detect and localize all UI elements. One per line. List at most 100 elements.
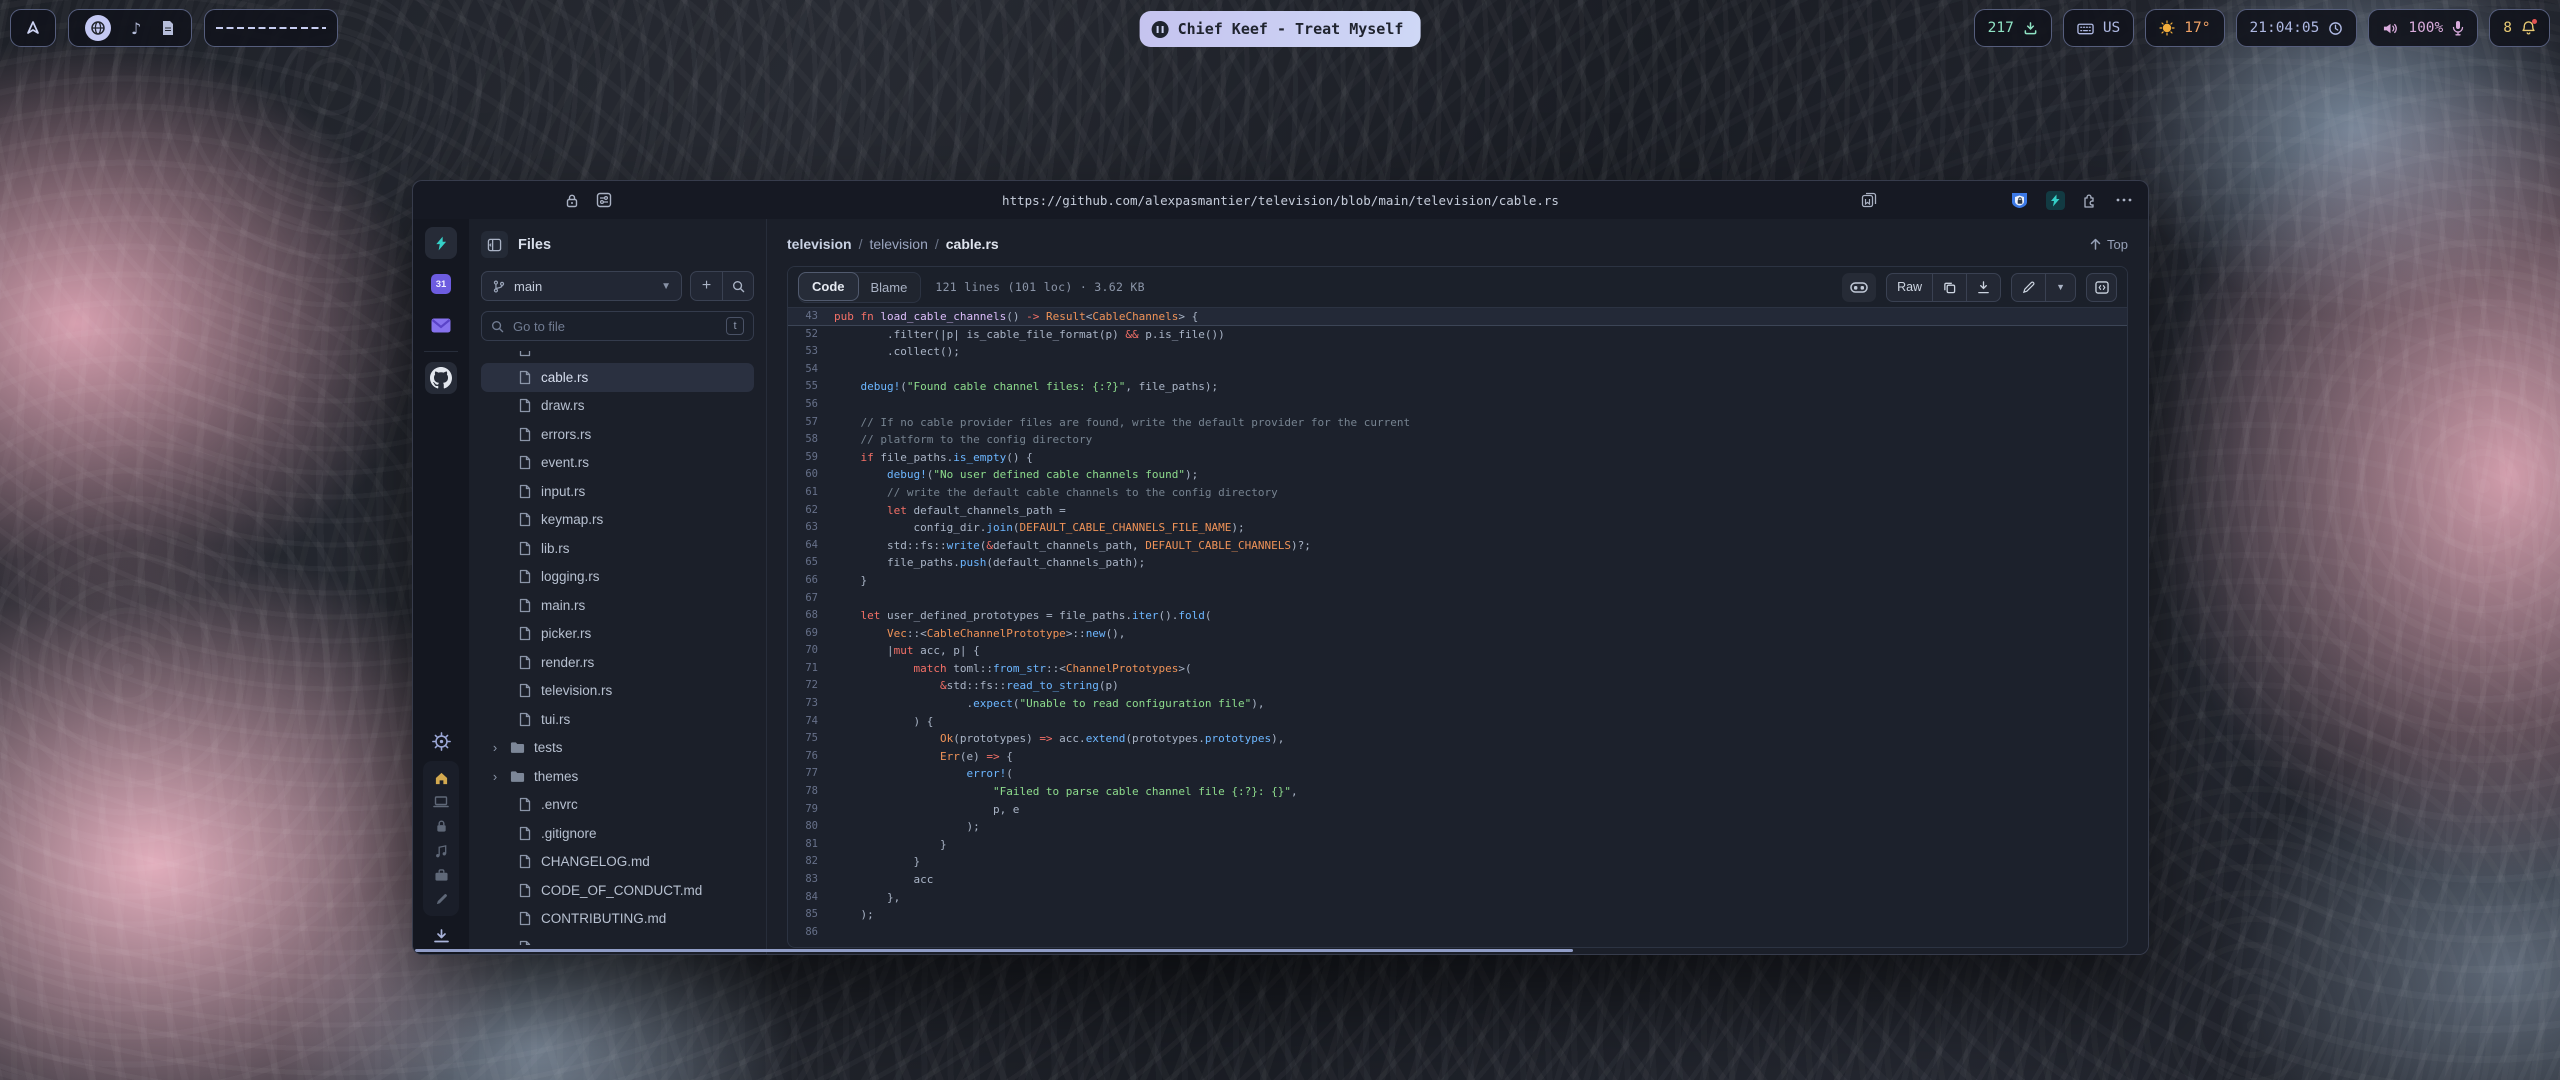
line-number[interactable]: 62: [788, 502, 834, 520]
tree-file-row[interactable]: CHANGELOG.md: [481, 848, 754, 877]
pen-workspace-icon[interactable]: [435, 893, 448, 906]
laptop-workspace-icon[interactable]: [433, 796, 449, 808]
tree-file-row[interactable]: [481, 351, 754, 361]
clock-module[interactable]: 21:04:05: [2236, 9, 2358, 47]
line-number[interactable]: 56: [788, 396, 834, 414]
add-file-button[interactable]: +: [691, 272, 722, 300]
tree-file-row[interactable]: lib.rs: [481, 534, 754, 563]
notifications-module[interactable]: 8: [2489, 9, 2550, 47]
line-number[interactable]: 86: [788, 924, 834, 942]
line-number[interactable]: 57: [788, 414, 834, 432]
pinned-tab-bolt[interactable]: [425, 227, 457, 259]
tree-file-row[interactable]: .gitignore: [481, 819, 754, 848]
horizontal-scrollbar[interactable]: [415, 949, 1573, 952]
search-tree-button[interactable]: [722, 272, 753, 300]
line-number[interactable]: 60: [788, 466, 834, 484]
bookmark-icon[interactable]: [1861, 192, 1877, 208]
line-number[interactable]: 59: [788, 449, 834, 467]
dock-music-button[interactable]: ♪: [131, 19, 141, 38]
briefcase-workspace-icon[interactable]: [434, 869, 449, 882]
pinned-tab-mail[interactable]: [425, 309, 457, 341]
audio-module[interactable]: 100%: [2368, 9, 2478, 47]
line-number[interactable]: 65: [788, 554, 834, 572]
keyboard-layout-module[interactable]: US: [2063, 9, 2134, 47]
tab-blame[interactable]: Blame: [858, 273, 921, 302]
line-number[interactable]: 53: [788, 343, 834, 361]
tree-file-row[interactable]: logging.rs: [481, 563, 754, 592]
line-number[interactable]: 58: [788, 431, 834, 449]
tree-file-row[interactable]: input.rs: [481, 477, 754, 506]
line-number[interactable]: 71: [788, 660, 834, 678]
tree-file-row[interactable]: cable.rs: [481, 363, 754, 392]
downloads-icon[interactable]: [433, 929, 450, 944]
copy-raw-button[interactable]: [1932, 274, 1966, 301]
tab-github-active[interactable]: [425, 362, 457, 394]
edit-dropdown-button[interactable]: ▼: [2045, 274, 2075, 301]
line-number[interactable]: 75: [788, 730, 834, 748]
line-number[interactable]: 66: [788, 572, 834, 590]
app-launcher-button[interactable]: [10, 9, 56, 47]
url-bar[interactable]: https://github.com/alexpasmantier/televi…: [1002, 193, 1559, 208]
tree-file-row[interactable]: draw.rs: [481, 392, 754, 421]
tree-file-row[interactable]: render.rs: [481, 648, 754, 677]
home-workspace-icon[interactable]: [434, 771, 449, 785]
line-number[interactable]: 64: [788, 537, 834, 555]
lock-icon[interactable]: [565, 193, 579, 208]
menu-dots-icon[interactable]: [2116, 198, 2132, 202]
tree-file-row[interactable]: picker.rs: [481, 620, 754, 649]
line-number[interactable]: 52: [788, 326, 834, 344]
tree-file-row[interactable]: television.rs: [481, 677, 754, 706]
edit-pencil-button[interactable]: [2012, 274, 2045, 301]
go-to-file-input[interactable]: [511, 318, 719, 335]
breadcrumb-repo-link[interactable]: television: [787, 236, 852, 252]
weather-module[interactable]: 17°: [2145, 9, 2224, 47]
line-number[interactable]: 80: [788, 818, 834, 836]
download-raw-button[interactable]: [1966, 274, 2000, 301]
line-number[interactable]: 77: [788, 765, 834, 783]
line-number[interactable]: 72: [788, 677, 834, 695]
tune-icon[interactable]: [596, 192, 612, 208]
tree-file-row[interactable]: CODE_OF_CONDUCT.md: [481, 876, 754, 905]
cog-eye-icon[interactable]: [431, 731, 452, 752]
bolt-extension-icon[interactable]: [2046, 191, 2065, 210]
lock-workspace-icon[interactable]: [435, 819, 448, 833]
line-number[interactable]: 85: [788, 906, 834, 924]
password-manager-icon[interactable]: [2010, 191, 2029, 210]
updates-module[interactable]: 217: [1974, 9, 2052, 47]
line-number[interactable]: 74: [788, 713, 834, 731]
tree-file-row[interactable]: errors.rs: [481, 420, 754, 449]
tree-file-row[interactable]: CONTRIBUTING.md: [481, 905, 754, 934]
raw-button[interactable]: Raw: [1887, 274, 1932, 301]
line-number[interactable]: 81: [788, 836, 834, 854]
line-number[interactable]: 69: [788, 625, 834, 643]
line-number[interactable]: 83: [788, 871, 834, 889]
copilot-button[interactable]: [1842, 273, 1876, 302]
branch-selector[interactable]: main ▼: [481, 271, 682, 301]
go-to-file-box[interactable]: t: [481, 311, 754, 341]
line-number[interactable]: 73: [788, 695, 834, 713]
line-number[interactable]: 79: [788, 801, 834, 819]
tree-file-row[interactable]: [481, 933, 754, 945]
line-number[interactable]: 68: [788, 607, 834, 625]
dock-notes-button[interactable]: [161, 20, 175, 36]
line-number[interactable]: 67: [788, 590, 834, 608]
tree-file-row[interactable]: keymap.rs: [481, 506, 754, 535]
line-number[interactable]: 76: [788, 748, 834, 766]
tree-file-row[interactable]: .envrc: [481, 791, 754, 820]
line-number[interactable]: 54: [788, 361, 834, 379]
line-number[interactable]: 84: [788, 889, 834, 907]
tree-folder-row[interactable]: ›tests: [481, 734, 754, 763]
tree-file-row[interactable]: tui.rs: [481, 705, 754, 734]
tree-file-row[interactable]: event.rs: [481, 449, 754, 478]
line-number[interactable]: 63: [788, 519, 834, 537]
back-to-top-link[interactable]: Top: [2090, 237, 2128, 252]
tree-file-row[interactable]: main.rs: [481, 591, 754, 620]
symbols-panel-button[interactable]: [2086, 273, 2117, 302]
line-number[interactable]: 55: [788, 378, 834, 396]
tab-code[interactable]: Code: [798, 272, 859, 301]
line-number[interactable]: 61: [788, 484, 834, 502]
line-number[interactable]: 78: [788, 783, 834, 801]
line-number[interactable]: 43: [788, 308, 834, 325]
line-number[interactable]: 82: [788, 853, 834, 871]
puzzle-icon[interactable]: [2082, 192, 2099, 209]
